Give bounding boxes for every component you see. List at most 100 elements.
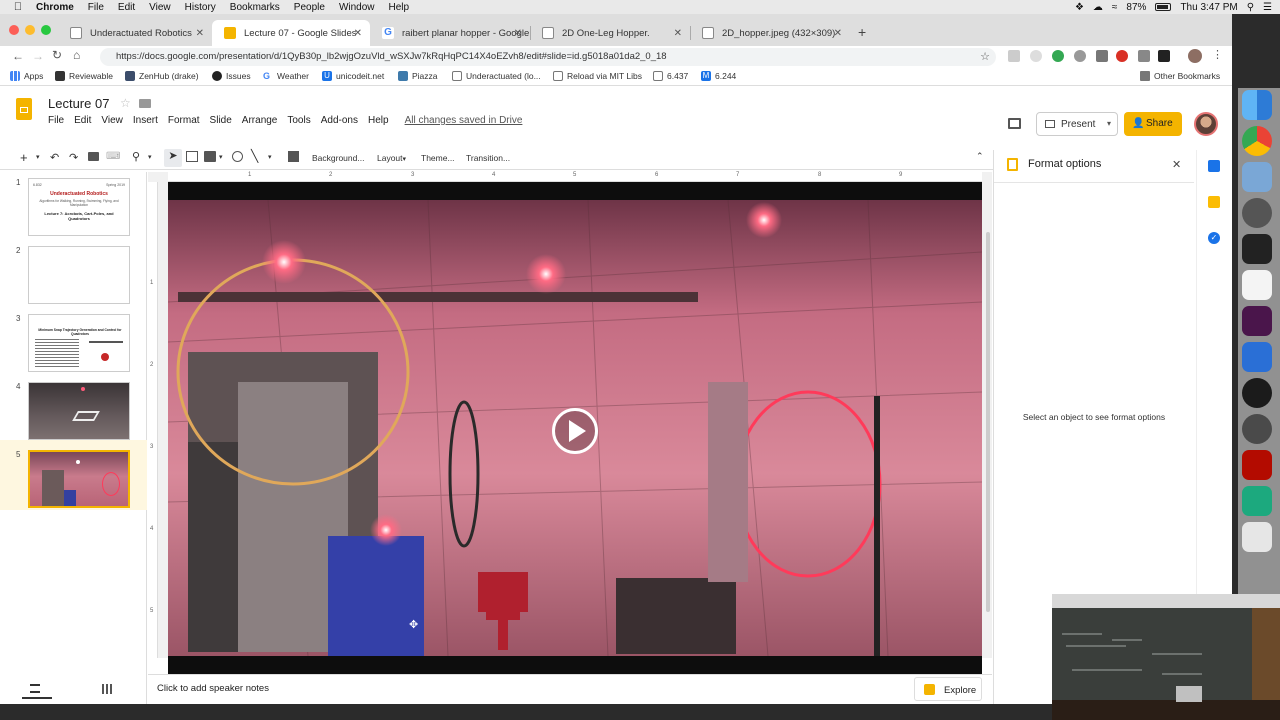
- present-button[interactable]: Present ▾: [1036, 112, 1118, 136]
- bookmark-unicodeit[interactable]: Uunicodeit.net: [322, 71, 384, 81]
- sublime-icon[interactable]: [1242, 414, 1272, 444]
- menubar-edit[interactable]: Edit: [118, 2, 135, 13]
- extension-icon[interactable]: [1008, 50, 1020, 62]
- extension-icon[interactable]: [1074, 50, 1086, 62]
- bookmark-underactuated[interactable]: Underactuated (lo...: [452, 71, 541, 81]
- notification-center-icon[interactable]: ☰: [1263, 2, 1272, 13]
- line-dropdown-icon[interactable]: ▾: [268, 153, 272, 161]
- collapse-toolbar-icon[interactable]: ⌃: [976, 151, 984, 162]
- tab-close-icon[interactable]: ✕: [196, 28, 204, 39]
- tab-2d-hopper-jpeg[interactable]: 2D_hopper.jpeg (432×309) ✕: [690, 20, 850, 46]
- tab-close-icon[interactable]: ✕: [354, 28, 362, 39]
- tab-lecture-07-google-slides[interactable]: Lecture 07 - Google Slides ✕: [212, 20, 370, 46]
- extension-icon[interactable]: [1138, 50, 1150, 62]
- new-tab-button[interactable]: +: [858, 24, 866, 40]
- video-play-button[interactable]: [552, 408, 598, 454]
- finder-icon[interactable]: [1242, 90, 1272, 120]
- menu-view[interactable]: View: [101, 115, 123, 126]
- calendar-icon[interactable]: [1208, 160, 1220, 172]
- extension-icon[interactable]: [1116, 50, 1128, 62]
- menu-tools[interactable]: Tools: [287, 115, 310, 126]
- tab-underactuated-robotics[interactable]: Underactuated Robotics ✕: [58, 20, 213, 46]
- slides-logo-icon[interactable]: [16, 98, 32, 120]
- slide-thumbnail-1[interactable]: 6.832 Spring 2019 Underactuated Robotics…: [28, 178, 130, 236]
- bookmark-apps[interactable]: Apps: [10, 71, 43, 81]
- menu-add-ons[interactable]: Add-ons: [321, 115, 358, 126]
- image-icon[interactable]: [204, 151, 216, 162]
- menubar-clock[interactable]: Thu 3:47 PM: [1180, 2, 1237, 13]
- bookmark-weather[interactable]: G Weather: [263, 71, 309, 81]
- extension-icon[interactable]: [1096, 50, 1108, 62]
- bookmark-reload-mit-libs[interactable]: Reload via MIT Libs: [553, 71, 642, 81]
- image-dropdown-icon[interactable]: ▾: [219, 153, 223, 161]
- menu-insert[interactable]: Insert: [133, 115, 158, 126]
- menu-format[interactable]: Format: [168, 115, 200, 126]
- acrobat-icon[interactable]: [1242, 450, 1272, 480]
- menubar-history[interactable]: History: [185, 2, 216, 13]
- bookmark-issues[interactable]: Issues: [212, 71, 251, 81]
- keep-icon[interactable]: [1208, 196, 1220, 208]
- select-cursor-icon[interactable]: ➤: [164, 149, 182, 167]
- chrome-menu-icon[interactable]: ⋮: [1212, 48, 1223, 61]
- menubar-people[interactable]: People: [294, 2, 325, 13]
- window-close-button[interactable]: [9, 25, 19, 35]
- extension-icon[interactable]: [1030, 50, 1042, 62]
- chrome-icon[interactable]: [1242, 126, 1272, 156]
- bookmark-6244[interactable]: M 6.244: [701, 71, 736, 81]
- filmstrip-view-icon[interactable]: [30, 684, 40, 693]
- grid-view-icon[interactable]: [102, 684, 112, 694]
- tab-raibert-planar-hopper[interactable]: G raibert planar hopper - Google ✕: [370, 20, 531, 46]
- system-preferences-icon[interactable]: [1242, 198, 1272, 228]
- tab-2d-one-leg-hopper[interactable]: 2D One-Leg Hopper. ✕: [530, 20, 691, 46]
- quicktime-icon[interactable]: [1242, 378, 1272, 408]
- new-slide-plus-icon[interactable]: +: [20, 150, 28, 165]
- slack-icon[interactable]: [1242, 306, 1272, 336]
- menubar-help[interactable]: Help: [389, 2, 410, 13]
- transition-button[interactable]: Transition...: [466, 153, 510, 163]
- line-icon[interactable]: ╲: [251, 149, 258, 163]
- zoom-dropdown-icon[interactable]: ▾: [148, 153, 152, 161]
- present-dropdown-icon[interactable]: ▾: [1107, 119, 1111, 128]
- battery-icon[interactable]: [1155, 3, 1172, 11]
- slide-thumbnail-5[interactable]: [28, 450, 130, 508]
- move-to-folder-icon[interactable]: [139, 99, 151, 108]
- bookmark-star-icon[interactable]: ☆: [980, 48, 990, 66]
- slide-thumbnail-2[interactable]: [28, 246, 130, 304]
- new-slide-dropdown-icon[interactable]: ▾: [36, 153, 40, 161]
- slide-video-embed[interactable]: ✥: [168, 182, 982, 674]
- preview-icon[interactable]: [1242, 162, 1272, 192]
- bookmark-other[interactable]: Other Bookmarks: [1140, 71, 1220, 81]
- explore-button[interactable]: Explore: [914, 677, 982, 701]
- xcode-icon[interactable]: [1242, 342, 1272, 372]
- terminal-icon[interactable]: [1242, 234, 1272, 264]
- clion-icon[interactable]: [1242, 486, 1272, 516]
- reload-icon[interactable]: ↻: [52, 48, 62, 62]
- extension-icon[interactable]: [1052, 50, 1064, 62]
- menubar-window[interactable]: Window: [339, 2, 375, 13]
- redo-icon[interactable]: ↷: [69, 151, 78, 164]
- zoom-icon[interactable]: ⚲: [132, 150, 140, 163]
- theme-button[interactable]: Theme...: [421, 153, 455, 163]
- menu-arrange[interactable]: Arrange: [242, 115, 278, 126]
- forward-icon[interactable]: →: [32, 49, 44, 63]
- layout-button[interactable]: Layout▾: [377, 153, 406, 163]
- menu-slide[interactable]: Slide: [210, 115, 232, 126]
- tab-close-icon[interactable]: ✕: [674, 28, 682, 39]
- menu-file[interactable]: File: [48, 115, 64, 126]
- star-icon[interactable]: ☆: [120, 96, 131, 110]
- share-button[interactable]: 👤 Share: [1124, 112, 1182, 136]
- document-icon[interactable]: [1242, 270, 1272, 300]
- menubar-bookmarks[interactable]: Bookmarks: [230, 2, 280, 13]
- tasks-icon[interactable]: ✓: [1208, 232, 1220, 244]
- slide-thumbnail-3[interactable]: Minimum Snap Trajectory Generation and C…: [28, 314, 130, 372]
- tab-close-icon[interactable]: ✕: [514, 28, 522, 39]
- print-icon[interactable]: [88, 152, 99, 161]
- home-icon[interactable]: ⌂: [73, 48, 80, 62]
- tab-close-icon[interactable]: ✕: [834, 28, 842, 39]
- document-title[interactable]: Lecture 07: [48, 96, 109, 111]
- account-avatar[interactable]: [1194, 112, 1218, 136]
- menubar-file[interactable]: File: [88, 2, 104, 13]
- extension-icon[interactable]: [1158, 50, 1170, 62]
- canvas-scrollbar[interactable]: [986, 232, 990, 612]
- cloud-icon[interactable]: ☁: [1093, 2, 1103, 13]
